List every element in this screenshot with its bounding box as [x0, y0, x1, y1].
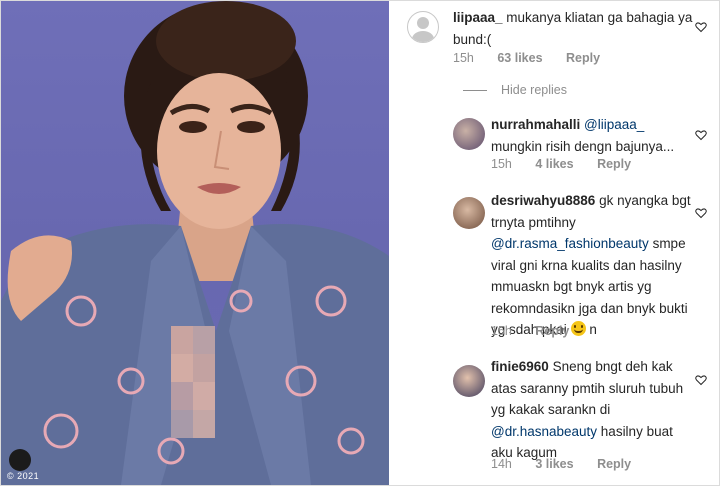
hide-replies-label: Hide replies: [501, 83, 568, 97]
comments-panel: liipaaa_ mukanya kliatan ga bahagia ya b…: [389, 1, 719, 485]
comment-meta: 15h 4 likes Reply: [491, 157, 651, 171]
heart-icon[interactable]: [695, 129, 707, 141]
reply-button[interactable]: Reply: [535, 324, 569, 338]
comment-text: nurrahmahalli @liipaaa_ mungkin risih de…: [491, 114, 691, 157]
comment-body: mungkin risih dengn bajunya...: [491, 138, 675, 154]
comment-text: liipaaa_ mukanya kliatan ga bahagia ya b…: [453, 7, 693, 50]
avatar[interactable]: [453, 118, 485, 150]
comment-body-end: n: [589, 322, 597, 337]
avatar[interactable]: [453, 197, 485, 229]
comment-meta: 14h 3 likes Reply: [491, 457, 651, 471]
comment-time: 15h: [491, 157, 512, 171]
comment-likes[interactable]: 63 likes: [497, 51, 542, 65]
default-avatar-icon[interactable]: [407, 11, 439, 43]
reply-button[interactable]: Reply: [566, 51, 600, 65]
comment-time: 15h: [491, 324, 512, 338]
watermark-text: © 2021: [7, 471, 40, 481]
comment-text: desriwahyu8886 gk nyangka bgt trnyta pmt…: [491, 190, 691, 341]
comment-time: 14h: [491, 457, 512, 471]
avatar[interactable]: [453, 365, 485, 397]
woman-portrait-image: [1, 1, 389, 485]
heart-icon[interactable]: [695, 207, 707, 219]
comment-username[interactable]: nurrahmahalli: [491, 117, 580, 132]
comment-mention[interactable]: @dr.hasnabeauty: [491, 424, 597, 439]
heart-icon[interactable]: [695, 21, 707, 33]
comment-mention[interactable]: @dr.rasma_fashionbeauty: [491, 236, 649, 251]
comment-meta: 15h Reply: [491, 324, 589, 338]
post-photo: © 2021: [1, 1, 389, 485]
comment-time: 15h: [453, 51, 474, 65]
divider-line: [463, 90, 487, 92]
post-frame: © 2021 liipaaa_ mukanya kliatan ga bahag…: [0, 0, 720, 486]
comment-text: finie6960 Sneng bngt deh kak atas sarann…: [491, 356, 691, 464]
watermark-logo-icon: [9, 449, 31, 471]
heart-icon[interactable]: [695, 374, 707, 386]
comment-username[interactable]: liipaaa_: [453, 10, 503, 25]
comment-likes[interactable]: 4 likes: [535, 157, 573, 171]
comment-mention[interactable]: @liipaaa_: [584, 117, 644, 132]
comment-username[interactable]: desriwahyu8886: [491, 193, 595, 208]
hide-replies-button[interactable]: Hide replies: [463, 83, 567, 97]
comment-meta: 15h 63 likes Reply: [453, 51, 620, 65]
comment-likes[interactable]: 3 likes: [535, 457, 573, 471]
comment-username[interactable]: finie6960: [491, 359, 549, 374]
reply-button[interactable]: Reply: [597, 157, 631, 171]
reply-button[interactable]: Reply: [597, 457, 631, 471]
